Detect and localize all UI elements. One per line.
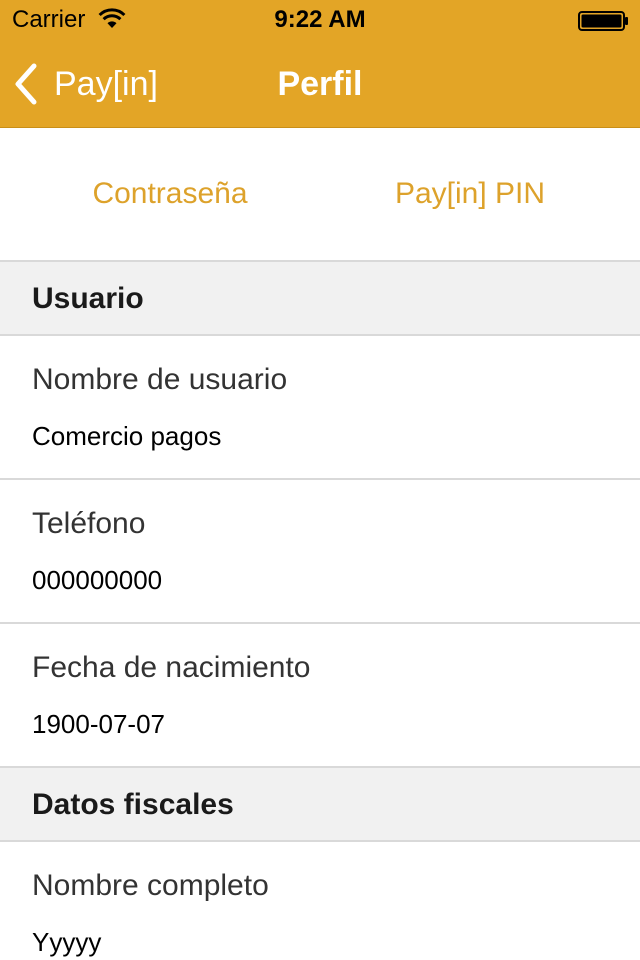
profile-screen: Carrier 9:22 AM Pay[in] Perfil Contraseñ… bbox=[0, 0, 640, 960]
field-row-birthdate: Fecha de nacimiento 1900-07-07 bbox=[0, 624, 640, 768]
section-title-user: Usuario bbox=[32, 282, 144, 315]
field-value-phone: 000000000 bbox=[32, 565, 163, 595]
back-label: Pay[in] bbox=[54, 65, 158, 103]
profile-actions: Contraseña Pay[in] PIN bbox=[0, 128, 640, 262]
status-bar: Carrier 9:22 AM bbox=[0, 0, 640, 40]
field-value-birthdate: 1900-07-07 bbox=[32, 709, 165, 739]
back-button[interactable]: Pay[in] bbox=[12, 58, 158, 110]
change-password-button[interactable]: Contraseña bbox=[0, 172, 340, 216]
section-title-fiscal: Datos fiscales bbox=[32, 788, 234, 821]
header: Carrier 9:22 AM Pay[in] Perfil bbox=[0, 0, 640, 128]
section-header-fiscal: Datos fiscales bbox=[0, 768, 640, 842]
field-value-fullname: Yyyyy bbox=[32, 927, 102, 957]
chevron-left-icon bbox=[15, 63, 37, 105]
field-value-username: Comercio pagos bbox=[32, 421, 222, 451]
nav-bar: Pay[in] Perfil bbox=[0, 40, 640, 128]
field-label-username: Nombre de usuario bbox=[32, 363, 288, 396]
payin-pin-button[interactable]: Pay[in] PIN bbox=[300, 172, 640, 216]
field-label-fullname: Nombre completo bbox=[32, 869, 269, 902]
field-row-username: Nombre de usuario Comercio pagos bbox=[0, 336, 640, 480]
field-row-phone: Teléfono 000000000 bbox=[0, 480, 640, 624]
field-label-birthdate: Fecha de nacimiento bbox=[32, 651, 311, 684]
field-row-fullname: Nombre completo Yyyyy bbox=[0, 842, 640, 960]
status-time: 9:22 AM bbox=[274, 6, 366, 33]
battery-icon bbox=[578, 11, 628, 31]
field-label-phone: Teléfono bbox=[32, 507, 146, 540]
section-header-user: Usuario bbox=[0, 262, 640, 336]
